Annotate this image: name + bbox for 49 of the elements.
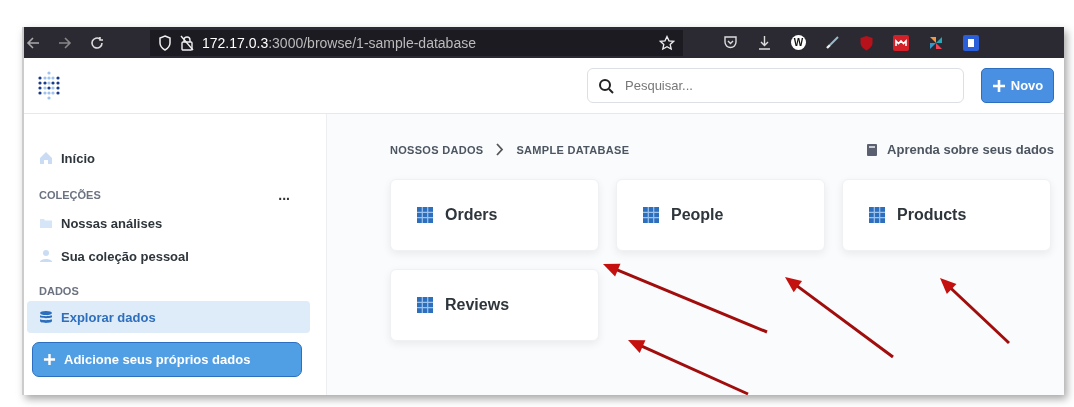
extension-button[interactable]: W (791, 35, 806, 50)
person-icon (39, 249, 53, 263)
plus-icon (991, 78, 1006, 93)
table-name: People (671, 206, 724, 224)
table-name: Orders (445, 206, 498, 224)
section-heading: COLEÇÕES (39, 189, 101, 201)
home-icon (39, 151, 53, 165)
url-text: 172.17.0.3:3000/browse/1-sample-database (202, 34, 476, 51)
table-icon (417, 297, 433, 313)
nav-item[interactable]: Nossas análises (27, 207, 310, 239)
table-name: Products (897, 206, 967, 224)
database-icon (39, 310, 53, 324)
folder-icon (39, 216, 53, 230)
table-card[interactable]: People (616, 179, 825, 251)
extension-icon[interactable] (893, 34, 909, 51)
nav-item[interactable]: Sua coleção pessoal (27, 240, 310, 272)
reload-icon[interactable] (90, 35, 104, 50)
search-icon (598, 78, 614, 94)
learn-link[interactable]: Aprenda sobre seus dados (887, 142, 1054, 157)
more-menu[interactable]: ... (278, 187, 290, 203)
book-icon (866, 142, 880, 157)
annotation-arrow (940, 278, 1011, 345)
nav-item[interactable]: Início (27, 142, 310, 174)
table-icon (643, 207, 659, 223)
table-card[interactable]: Reviews (390, 269, 599, 341)
breadcrumb-link[interactable]: SAMPLE DATABASE (516, 143, 630, 156)
brush-icon[interactable] (825, 35, 840, 50)
address-bar[interactable]: 172.17.0.3:3000/browse/1-sample-database (150, 29, 683, 56)
table-icon (869, 207, 885, 223)
lock-slash-icon[interactable] (180, 34, 194, 51)
back-icon[interactable] (26, 35, 40, 50)
table-card[interactable]: Products (842, 179, 1051, 251)
table-card[interactable]: Orders (390, 179, 599, 251)
plus-icon (43, 353, 56, 366)
pocket-icon[interactable] (723, 35, 738, 50)
logo-icon[interactable] (37, 69, 61, 102)
nav-item[interactable]: Explorar dados (27, 301, 310, 333)
forward-icon[interactable] (58, 35, 72, 50)
search-field[interactable]: Pesquisar... (587, 68, 964, 103)
star-icon[interactable] (659, 34, 675, 51)
chevron-icon (495, 143, 505, 156)
section-heading: DADOS (39, 285, 79, 297)
download-icon[interactable] (757, 35, 772, 50)
pinwheel-icon[interactable] (928, 34, 944, 51)
table-icon (417, 207, 433, 223)
table-name: Reviews (445, 296, 510, 314)
extension-icon[interactable] (963, 34, 979, 51)
shield-icon[interactable] (158, 34, 172, 51)
breadcrumb-link[interactable]: NOSSOS DADOS (390, 143, 484, 156)
